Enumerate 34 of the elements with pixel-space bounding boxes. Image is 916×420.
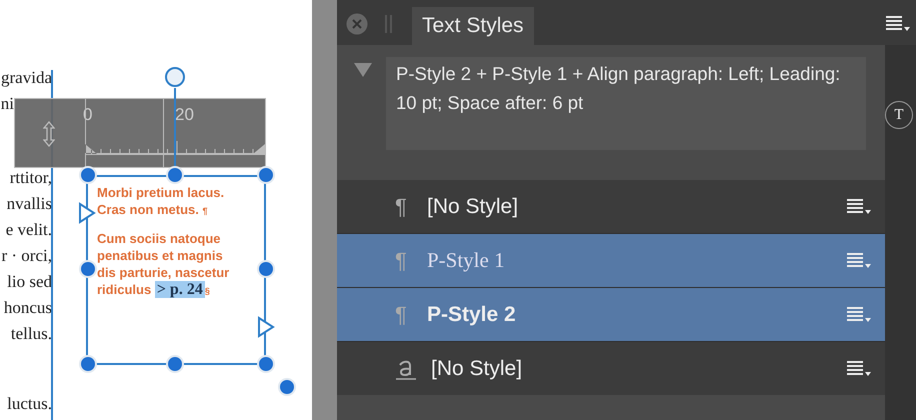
body-text-line: gravida bbox=[1, 68, 52, 88]
body-text-line: luctus. bbox=[7, 394, 52, 414]
body-text-line: lio sed bbox=[7, 272, 52, 292]
grip-icon[interactable] bbox=[385, 15, 393, 33]
collapse-triangle-icon[interactable] bbox=[354, 63, 372, 77]
body-text-line: ni bbox=[0, 94, 14, 114]
body-text-line: r · orci, bbox=[1, 246, 52, 266]
body-text-line: nvallis bbox=[6, 194, 52, 214]
style-row[interactable]: [No Style] bbox=[337, 342, 885, 395]
pilcrow-icon: ¶ bbox=[395, 302, 413, 328]
pilcrow-icon: ¶ bbox=[395, 194, 413, 220]
pilcrow-icon: ¶ bbox=[395, 248, 413, 274]
body-text-line: e velit. bbox=[6, 220, 52, 240]
vertical-arrows-icon bbox=[43, 121, 55, 147]
style-description: P-Style 2 + P-Style 1 + Align paragraph: Left; Leading: 10 pt; Space after: 6 pt bbox=[386, 57, 866, 150]
frame-paragraph: Morbi pretium lacus. Cras non metus. ¶ bbox=[97, 184, 226, 219]
style-menu-icon[interactable] bbox=[847, 198, 871, 214]
style-name: [No Style] bbox=[427, 194, 520, 218]
style-name: P-Style 1 bbox=[427, 248, 506, 273]
text-style-button[interactable]: T bbox=[885, 101, 913, 129]
ruler-label: 20 bbox=[175, 105, 194, 125]
style-menu-icon[interactable] bbox=[847, 360, 871, 376]
style-name: [No Style] bbox=[431, 356, 524, 380]
panel-menu-icon[interactable] bbox=[886, 16, 910, 32]
cross-reference-link[interactable]: > p. 24 bbox=[154, 281, 205, 298]
style-name: P-Style 2 bbox=[427, 302, 517, 326]
close-icon[interactable] bbox=[346, 13, 368, 35]
style-row[interactable]: ¶ P-Style 2 bbox=[337, 288, 885, 341]
body-text-line: honcus bbox=[4, 298, 52, 318]
body-text-line: tellus. bbox=[10, 324, 52, 344]
panel-tab[interactable]: Text Styles bbox=[412, 7, 534, 45]
style-row[interactable]: ¶ [No Style] bbox=[337, 180, 885, 233]
frame-paragraph: Cum sociis natoque penatibus et magnis dis parturie, nascetur ridiculus > p. 24§ bbox=[97, 230, 230, 300]
body-text-line: rttitor, bbox=[10, 168, 52, 188]
